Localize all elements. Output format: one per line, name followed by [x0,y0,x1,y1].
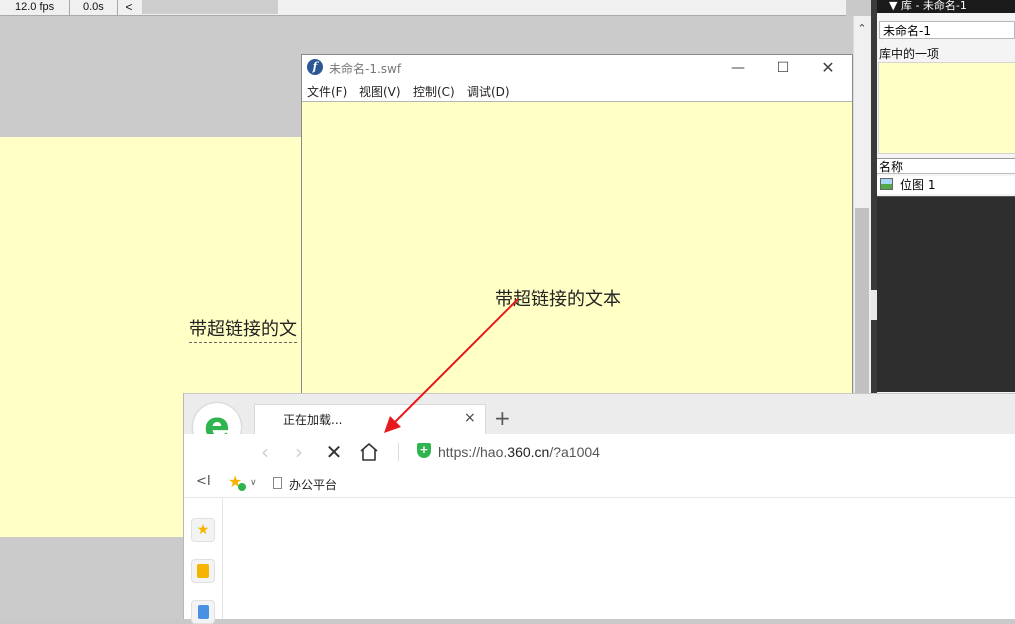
library-preview [878,62,1015,154]
notes-icon[interactable] [191,559,215,583]
stop-loading-button[interactable]: ✕ [322,440,346,464]
library-item-label: 位图 1 [900,178,936,192]
url-scheme: https://hao. [438,444,508,460]
menu-control[interactable]: 控制(C) [413,83,455,100]
favorites-icon[interactable]: ★ [191,518,215,542]
document-icon[interactable] [191,600,215,624]
swf-player-window [301,54,853,394]
minimize-button[interactable]: — [718,57,758,79]
flash-logo-icon: f [307,59,323,75]
swf-hyperlink-text[interactable]: 带超链接的文本 [495,285,621,311]
maximize-button[interactable]: ☐ [763,57,803,79]
url-domain: 360.cn [507,444,550,460]
tab-title: 正在加载... [283,413,343,427]
divider [398,443,399,461]
tab-close-icon[interactable]: × [464,410,476,426]
page-icon [273,477,282,489]
library-panel-empty-area [877,196,1015,392]
address-bar[interactable]: https://hao.360.cn/?a1004 [438,444,600,460]
home-button[interactable] [357,441,381,465]
close-button[interactable]: ✕ [808,57,848,79]
url-path: /?a1004 [549,444,600,460]
scroll-up-icon[interactable]: ⌃ [853,22,871,35]
add-bookmark-plus-icon [238,483,246,491]
library-item-row[interactable]: 位图 1 [877,176,1015,194]
new-tab-button[interactable]: + [494,406,511,430]
menu-view[interactable]: 视图(V) [359,83,401,100]
library-document-select[interactable]: 未命名-1 [879,21,1015,39]
fps-readout: 12.0 fps [0,0,70,15]
menu-file[interactable]: 文件(F) [307,83,347,100]
time-readout: 0.0s [72,0,118,15]
bitmap-icon [880,178,893,190]
menu-debug[interactable]: 调试(D) [467,83,510,100]
timeline-scroll-left-button[interactable]: < [120,0,138,15]
notes-icon-shape [197,564,209,578]
forward-button[interactable]: › [287,440,311,464]
sidebar-toggle-button[interactable]: <I [196,474,211,489]
swf-window-title: 未命名-1.swf [329,62,402,76]
stage-hyperlink-text[interactable]: 带超链接的文 [189,318,297,343]
library-column-name[interactable]: 名称 [877,158,1015,174]
timeline-scroll-thumb[interactable] [142,0,278,14]
library-selected-item-label: 库中的一项 [879,47,940,61]
library-panel-header[interactable]: ▼ 库 - 未命名-1 [877,0,1015,13]
bookmark-item[interactable]: 办公平台 [289,476,337,493]
home-icon [360,443,378,461]
document-icon-shape [198,605,209,619]
chevron-down-icon[interactable]: ∨ [250,478,257,488]
back-button[interactable]: ‹ [253,440,277,464]
security-shield-icon[interactable]: + [417,443,431,458]
divider [877,196,1015,197]
